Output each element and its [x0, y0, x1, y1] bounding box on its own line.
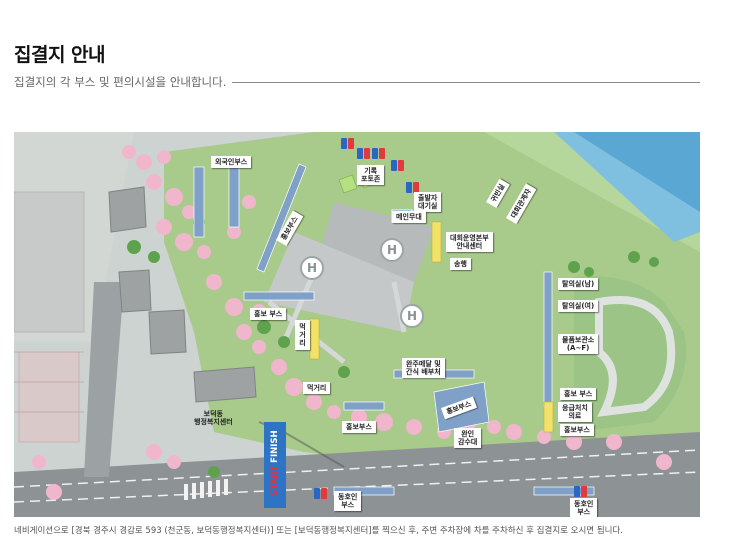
label-participant-wait: 출발자 대기실: [414, 192, 442, 213]
label-club-booth-right: 동호인 부스: [570, 498, 598, 517]
label-changing-men: 탈의실(남): [558, 278, 599, 291]
start-text: START: [270, 465, 280, 496]
subtitle-row: 집결지의 각 부스 및 편의시설을 안내합니다.: [14, 74, 700, 90]
toilet-icon: [574, 486, 587, 497]
label-record-photo: 기록 포토존: [357, 165, 385, 186]
label-medal-snack: 완주메달 및 간식 배부처: [402, 358, 445, 379]
label-association-info: 대회운영본부 안내센터: [446, 232, 493, 253]
map-illustration: [14, 132, 700, 517]
label-club-booth-left: 동호인 부스: [334, 491, 362, 512]
page-subtitle: 집결지의 각 부스 및 편의시설을 안내합니다.: [14, 74, 233, 90]
label-foreign-booth: 외국인부스: [211, 156, 252, 169]
label-promo-booth-mid: 홍보부스: [342, 421, 376, 434]
label-finisher: 완인 감수대: [454, 428, 482, 449]
label-food-vertical: 먹거리: [295, 320, 310, 351]
label-first-aid: 응급처치 의료: [558, 402, 592, 423]
toilet-icon: [314, 488, 327, 499]
label-promo-booth-left: 홍보 부스: [250, 308, 287, 321]
label-changing-women: 탈의실(여): [558, 300, 599, 313]
venue-map: START FINISH H H H 외국인부스 홍보부스 기록 포토존 출발자…: [14, 132, 700, 517]
subtitle-divider: [220, 82, 700, 83]
page-title: 집결지 안내: [14, 44, 106, 66]
helipad-marker: H: [300, 256, 324, 280]
footer-note: 네비게이션으로 [경북 경주시 경감로 593 (천군동, 보덕동행정복지센터)…: [14, 526, 623, 536]
label-bodeok-center: 보덕동 행정복지센터: [194, 410, 233, 427]
label-broadcast: 송행: [450, 258, 471, 271]
toilet-icon: [372, 148, 385, 159]
toilet-icon: [391, 160, 404, 171]
helipad-marker: H: [400, 304, 424, 328]
finish-text: FINISH: [270, 430, 280, 463]
toilet-icon: [341, 138, 354, 149]
helipad-marker: H: [380, 238, 404, 262]
label-goods-storage: 물품보관소 (A~F): [558, 334, 599, 355]
label-promo-booth-right2: 홍보부스: [560, 424, 594, 437]
label-main-stage: 메인무대: [392, 211, 426, 224]
label-promo-booth-right: 홍보 부스: [560, 388, 597, 401]
start-finish-gate: START FINISH: [264, 422, 286, 508]
label-food: 먹거리: [303, 382, 331, 395]
toilet-icon: [357, 148, 370, 159]
